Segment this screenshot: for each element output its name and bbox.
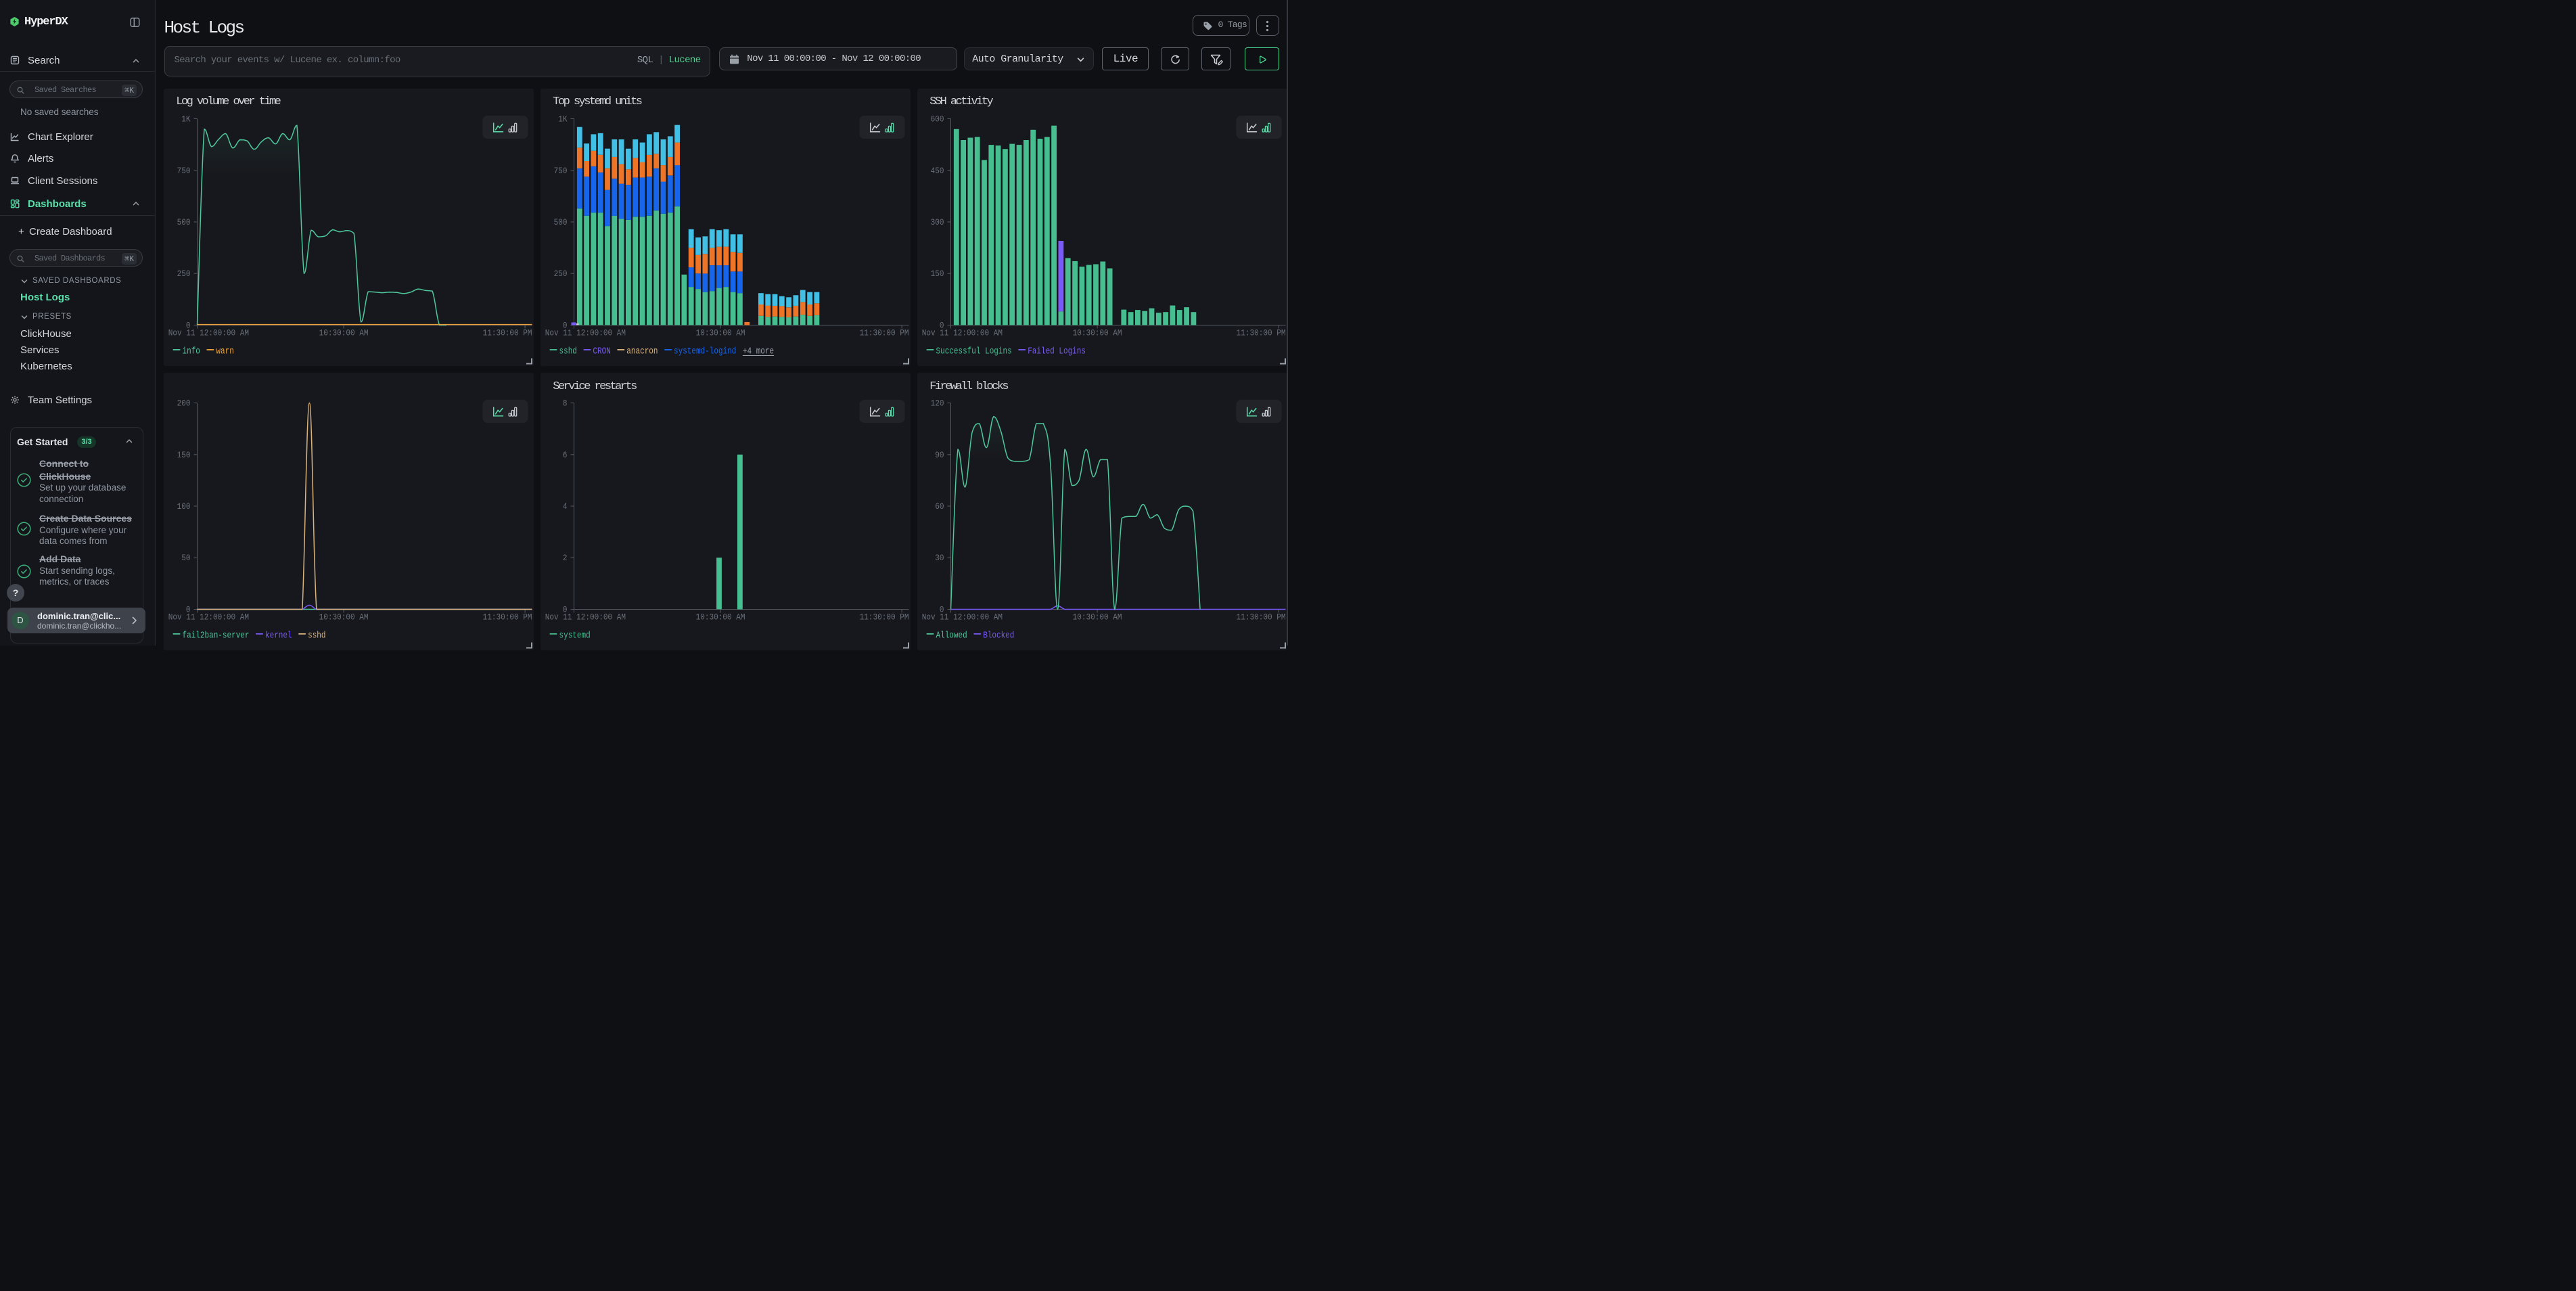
svg-text:500: 500: [177, 218, 191, 227]
svg-text:600: 600: [931, 114, 944, 124]
svg-text:150: 150: [931, 269, 944, 279]
svg-text:Failed Logins: Failed Logins: [1028, 346, 1086, 357]
svg-text:60: 60: [935, 502, 944, 512]
svg-text:CRON: CRON: [593, 346, 610, 357]
svg-text:1K: 1K: [558, 114, 568, 124]
svg-text:11:30:00 PM: 11:30:00 PM: [860, 328, 909, 338]
svg-text:10:30:00 AM: 10:30:00 AM: [1073, 328, 1122, 338]
svg-text:warn: warn: [216, 346, 233, 357]
svg-text:systemd-logind: systemd-logind: [674, 346, 736, 357]
svg-text:150: 150: [177, 451, 191, 460]
svg-text:Blocked: Blocked: [983, 631, 1014, 641]
svg-text:750: 750: [554, 166, 568, 175]
svg-text:750: 750: [177, 166, 191, 175]
svg-text:kernel: kernel: [265, 631, 292, 641]
svg-text:info: info: [183, 346, 200, 357]
svg-text:2: 2: [563, 553, 568, 563]
svg-text:8: 8: [563, 399, 568, 409]
svg-text:450: 450: [931, 166, 944, 175]
svg-text:250: 250: [177, 269, 191, 279]
svg-text:sshd: sshd: [559, 346, 577, 357]
svg-text:10:30:00 AM: 10:30:00 AM: [319, 613, 369, 622]
svg-text:11:30:00 PM: 11:30:00 PM: [1237, 613, 1286, 622]
svg-text:Nov 11 12:00:00 AM: Nov 11 12:00:00 AM: [168, 613, 249, 622]
svg-text:6: 6: [563, 451, 568, 460]
svg-text:sshd: sshd: [308, 631, 325, 641]
svg-text:11:30:00 PM: 11:30:00 PM: [483, 328, 532, 338]
svg-text:90: 90: [935, 451, 944, 460]
svg-text:200: 200: [177, 399, 191, 409]
svg-text:Nov 11 12:00:00 AM: Nov 11 12:00:00 AM: [545, 613, 626, 622]
svg-text:10:30:00 AM: 10:30:00 AM: [696, 613, 745, 622]
svg-text:Nov 11 12:00:00 AM: Nov 11 12:00:00 AM: [168, 328, 249, 338]
svg-text:10:30:00 AM: 10:30:00 AM: [696, 328, 745, 338]
svg-text:Nov 11 12:00:00 AM: Nov 11 12:00:00 AM: [922, 613, 1003, 622]
svg-text:10:30:00 AM: 10:30:00 AM: [1073, 613, 1122, 622]
svg-text:4: 4: [563, 502, 568, 512]
svg-text:fail2ban-server: fail2ban-server: [183, 631, 250, 641]
svg-text:11:30:00 PM: 11:30:00 PM: [860, 613, 909, 622]
svg-text:anacron: anacron: [626, 346, 658, 357]
svg-text:300: 300: [931, 218, 944, 227]
svg-text:50: 50: [181, 553, 190, 563]
svg-text:250: 250: [554, 269, 568, 279]
svg-text:100: 100: [177, 502, 191, 512]
svg-text:Allowed: Allowed: [936, 631, 967, 641]
svg-text:500: 500: [554, 218, 568, 227]
svg-text:Nov 11 12:00:00 AM: Nov 11 12:00:00 AM: [922, 328, 1003, 338]
svg-text:Successful Logins: Successful Logins: [936, 346, 1012, 357]
svg-text:systemd: systemd: [559, 631, 591, 641]
svg-text:120: 120: [931, 399, 944, 409]
svg-text:11:30:00 PM: 11:30:00 PM: [483, 613, 532, 622]
svg-text:Nov 11 12:00:00 AM: Nov 11 12:00:00 AM: [545, 328, 626, 338]
svg-text:10:30:00 AM: 10:30:00 AM: [319, 328, 369, 338]
svg-text:30: 30: [935, 553, 944, 563]
svg-text:11:30:00 PM: 11:30:00 PM: [1237, 328, 1286, 338]
svg-text:1K: 1K: [181, 114, 191, 124]
